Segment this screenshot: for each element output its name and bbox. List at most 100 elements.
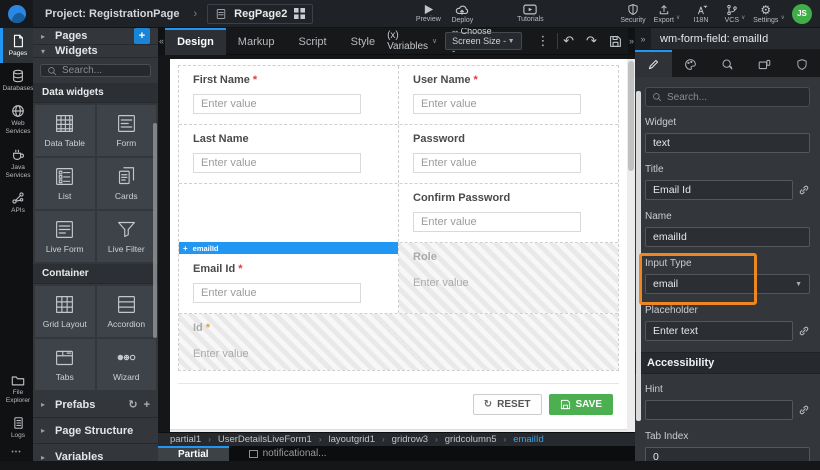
- widget-tile-form[interactable]: Form: [97, 105, 157, 156]
- preview-button[interactable]: Preview: [411, 0, 445, 28]
- rail-item-file-explorer[interactable]: File Explorer: [0, 368, 33, 410]
- tab-notificational[interactable]: notificational...: [229, 446, 347, 461]
- tab-design[interactable]: Design: [165, 28, 226, 55]
- canvas-scrollbar[interactable]: [627, 59, 635, 432]
- widget-tile-live-form[interactable]: Live Form: [35, 211, 95, 262]
- grid-menu-icon[interactable]: [294, 8, 305, 19]
- settings-button[interactable]: ⚙ Settings ∨: [752, 0, 786, 28]
- empty-grid-cell[interactable]: [179, 184, 399, 242]
- widget-tile-cards[interactable]: Cards: [97, 158, 157, 209]
- tab-security[interactable]: [783, 50, 820, 77]
- save-button[interactable]: SAVE: [549, 394, 614, 415]
- breadcrumb-item[interactable]: layoutgrid1: [329, 434, 375, 445]
- tab-properties[interactable]: [635, 50, 672, 77]
- tab-partial[interactable]: Partial: [158, 446, 229, 461]
- page-structure-section-header[interactable]: ▸ Page Structure: [33, 418, 158, 444]
- widgets-section-header[interactable]: ▾ Widgets: [33, 45, 158, 58]
- tab-styles[interactable]: [672, 50, 709, 77]
- rail-item-apis[interactable]: APIs: [0, 185, 33, 220]
- rail-item-pages[interactable]: Pages: [0, 28, 33, 63]
- breadcrumb-item-current[interactable]: emailId: [513, 434, 544, 445]
- placeholder-input[interactable]: [645, 321, 793, 341]
- confirm-password-input[interactable]: [413, 212, 581, 232]
- security-button[interactable]: Security: [616, 0, 650, 28]
- bind-property-icon[interactable]: [798, 184, 810, 196]
- rail-item-web-services[interactable]: Web Services: [0, 98, 33, 141]
- rail-item-databases[interactable]: Databases: [0, 63, 33, 98]
- form-field-user-name[interactable]: User Name*: [399, 66, 618, 124]
- widget-tile-live-filter[interactable]: Live Filter: [97, 211, 157, 262]
- reset-button[interactable]: ↻ RESET: [473, 394, 542, 415]
- more-menu-icon[interactable]: ⋮: [530, 33, 557, 49]
- hint-input[interactable]: [645, 400, 793, 420]
- user-avatar[interactable]: JS: [792, 4, 812, 24]
- save-page-button[interactable]: [603, 35, 628, 48]
- widget-search[interactable]: [40, 64, 151, 77]
- page-selector[interactable]: RegPage2: [207, 4, 313, 24]
- password-input[interactable]: [413, 153, 581, 173]
- collapse-left-panel-button[interactable]: «: [158, 28, 165, 55]
- last-name-input[interactable]: [193, 153, 361, 173]
- refresh-icon[interactable]: ↻: [128, 398, 137, 411]
- breadcrumb-item[interactable]: partial1: [170, 434, 201, 445]
- form-field-first-name[interactable]: First Name*: [179, 66, 399, 124]
- selected-widget-bar[interactable]: + emailId: [179, 242, 398, 254]
- collapse-right-panel-button[interactable]: »: [628, 28, 635, 55]
- add-page-button[interactable]: +: [134, 28, 150, 44]
- title-input[interactable]: [645, 180, 793, 200]
- first-name-input[interactable]: [193, 94, 361, 114]
- breadcrumb-item[interactable]: gridcolumn5: [445, 434, 497, 445]
- vcs-button[interactable]: VCS ∨: [718, 0, 752, 28]
- form-field-confirm-password[interactable]: Confirm Password: [399, 184, 618, 242]
- form-field-role[interactable]: Role Enter value: [399, 243, 618, 313]
- property-search-input[interactable]: [667, 92, 787, 103]
- email-id-input[interactable]: [193, 283, 361, 303]
- pages-section-header[interactable]: ▸ Pages +: [33, 28, 158, 45]
- canvas-scrollbar-thumb[interactable]: [628, 61, 634, 171]
- drag-handle-icon[interactable]: +: [183, 244, 188, 253]
- widget-tile-accordion[interactable]: Accordion: [97, 286, 157, 337]
- widget-tile-list[interactable]: List: [35, 158, 95, 209]
- bind-property-icon[interactable]: [798, 404, 810, 416]
- widget-search-input[interactable]: [62, 65, 142, 76]
- form-field-last-name[interactable]: Last Name: [179, 125, 399, 183]
- bind-property-icon[interactable]: [798, 325, 810, 337]
- user-name-input[interactable]: [413, 94, 581, 114]
- input-type-select[interactable]: email ▼: [645, 274, 810, 294]
- i18n-button[interactable]: I18N: [684, 0, 718, 28]
- wavemaker-logo[interactable]: [0, 0, 33, 28]
- widget-type-input[interactable]: [645, 133, 810, 153]
- tab-device[interactable]: [746, 50, 783, 77]
- breadcrumb-item[interactable]: UserDetailsLiveForm1: [218, 434, 312, 445]
- tab-markup[interactable]: Markup: [226, 28, 287, 55]
- form-field-id[interactable]: Id* Enter value: [179, 314, 618, 370]
- deploy-button[interactable]: Deploy: [445, 0, 479, 28]
- property-search[interactable]: [645, 87, 810, 107]
- variables-dropdown[interactable]: (x) Variables ∨: [387, 30, 437, 52]
- widget-tile-grid-layout[interactable]: Grid Layout: [35, 286, 95, 337]
- tutorials-button[interactable]: Tutorials: [513, 0, 547, 28]
- panel-scrollbar[interactable]: [636, 91, 641, 421]
- form-field-password[interactable]: Password: [399, 125, 618, 183]
- widget-tile-wizard[interactable]: Wizard: [97, 339, 157, 390]
- tab-script[interactable]: Script: [286, 28, 338, 55]
- redo-button[interactable]: ↷: [580, 33, 603, 49]
- tab-index-input[interactable]: [645, 447, 810, 461]
- more-options-icon[interactable]: •••: [0, 445, 33, 461]
- rail-item-logs[interactable]: Logs: [0, 410, 33, 445]
- name-input[interactable]: [645, 227, 810, 247]
- collapse-panel-button[interactable]: »: [635, 28, 651, 50]
- tab-events[interactable]: [709, 50, 746, 77]
- export-button[interactable]: Export ∨: [650, 0, 684, 28]
- rail-item-java-services[interactable]: Java Services: [0, 142, 33, 185]
- prefabs-section-header[interactable]: ▸ Prefabs ↻ +: [33, 392, 158, 418]
- left-panel-scrollbar[interactable]: [153, 123, 157, 338]
- form-field-email-id[interactable]: + emailId Email Id*: [179, 243, 399, 313]
- widget-tile-tabs[interactable]: Tabs: [35, 339, 95, 390]
- tab-style[interactable]: Style: [339, 28, 387, 55]
- variables-section-header[interactable]: ▸ Variables: [33, 444, 158, 470]
- undo-button[interactable]: ↶: [557, 33, 580, 49]
- add-prefab-icon[interactable]: +: [144, 399, 150, 411]
- screen-size-select[interactable]: -- Choose Screen Size -- ▼: [445, 32, 521, 50]
- widget-tile-data-table[interactable]: Data Table: [35, 105, 95, 156]
